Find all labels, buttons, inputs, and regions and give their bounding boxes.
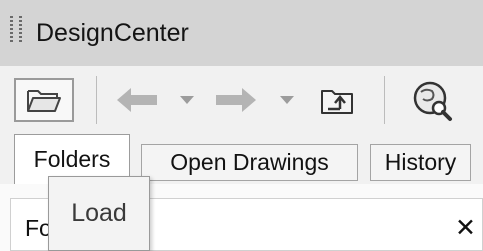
tab-history[interactable]: History xyxy=(370,144,471,181)
toolbar-separator xyxy=(96,76,97,124)
back-button[interactable] xyxy=(112,84,162,116)
tab-open-drawings[interactable]: Open Drawings xyxy=(141,144,358,181)
grip-handle-icon[interactable] xyxy=(10,16,22,42)
chevron-down-icon xyxy=(280,96,294,104)
forward-dropdown-button[interactable] xyxy=(276,90,298,110)
arrow-left-icon xyxy=(117,88,157,112)
search-button[interactable] xyxy=(404,76,458,124)
load-button[interactable] xyxy=(14,78,74,122)
window-title: DesignCenter xyxy=(36,19,189,47)
load-tooltip: Load xyxy=(48,176,150,251)
up-button[interactable] xyxy=(314,80,360,120)
forward-button[interactable] xyxy=(210,84,262,116)
arrow-right-icon xyxy=(216,88,256,112)
close-icon[interactable]: ✕ xyxy=(455,213,476,243)
back-dropdown-button[interactable] xyxy=(176,90,198,110)
title-bar: DesignCenter xyxy=(0,0,483,67)
chevron-down-icon xyxy=(180,96,194,104)
toolbar-separator xyxy=(384,76,385,124)
search-icon xyxy=(413,81,452,121)
folder-open-icon xyxy=(27,90,61,112)
folder-up-icon xyxy=(321,90,353,114)
toolbar xyxy=(0,66,483,130)
